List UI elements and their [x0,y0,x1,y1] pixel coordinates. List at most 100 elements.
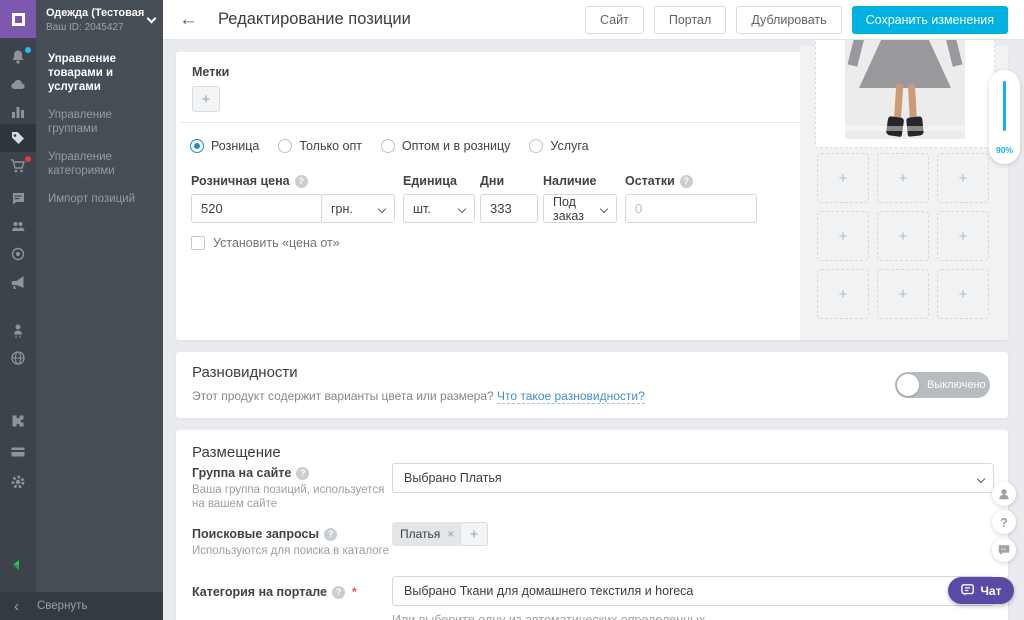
globe-icon[interactable] [10,350,26,366]
placement-card: Размещение Группа на сайте? Ваша группа … [176,430,1008,620]
gear-icon[interactable] [10,474,26,490]
question-icon: ? [1000,515,1008,530]
app-logo[interactable] [0,0,36,38]
add-search-query-button[interactable]: + [460,522,488,546]
leaf-logo-icon[interactable] [10,556,26,572]
help-icon[interactable]: ? [295,175,308,188]
help-button[interactable]: ? [992,510,1016,534]
portal-button[interactable]: Портал [654,6,726,34]
photo-upload-slot[interactable]: + [877,211,929,261]
days-input[interactable] [480,194,538,223]
photo-upload-grid: + + + + + + + + + [817,153,989,319]
cloud-icon[interactable] [10,77,26,93]
site-group-select[interactable]: Выбрано Платья [392,463,994,493]
radio-icon [529,139,543,153]
save-changes-button[interactable]: Сохранить изменения [852,6,1008,34]
price-from-checkbox[interactable]: Установить «цена от» [191,236,340,250]
photo-upload-slot[interactable]: + [937,211,989,261]
collapse-arrow-icon: ‹ [14,599,19,614]
portal-category-select[interactable]: Выбрано Ткани для домашнего текстиля и h… [392,576,994,606]
required-asterisk: * [352,585,357,599]
company-switcher[interactable]: Одежда (Тестовая ком... Ваш ID: 2045427 [36,0,163,39]
radio-icon [278,139,292,153]
search-queries-label: Поисковые запросы? [192,527,337,541]
main-photo[interactable] [815,40,995,148]
cart-icon[interactable] [10,158,26,174]
search-queries-hint: Используются для поиска в каталоге [192,544,397,558]
back-button[interactable]: ← [179,10,198,29]
radio-service[interactable]: Услуга [529,139,588,153]
radio-retail[interactable]: Розница [190,139,259,153]
profile-helper-button[interactable] [992,482,1016,506]
main-area: ← Редактирование позиции Сайт Портал Дуб… [163,0,1024,620]
duplicate-button[interactable]: Дублировать [736,6,841,34]
card-icon[interactable] [10,444,26,460]
chevron-down-icon [600,205,608,213]
stock-label: Остатки? [625,174,693,188]
add-label-button[interactable]: + [192,86,220,112]
quality-indicator[interactable]: 90% [989,70,1020,164]
chevron-down-icon [458,205,466,213]
toggle-label: Выключено [927,379,986,391]
photo-upload-slot[interactable]: + [877,153,929,203]
collapse-sidebar-button[interactable]: ‹ Свернуть [0,592,163,620]
page-title: Редактирование позиции [218,10,411,29]
variants-toggle[interactable]: Выключено [895,372,990,398]
bell-icon[interactable] [10,49,26,65]
divider [179,122,800,123]
orders-dot [25,156,31,162]
photo-upload-slot[interactable]: + [877,269,929,319]
photo-upload-slot[interactable]: + [817,153,869,203]
people-icon[interactable] [10,218,26,234]
help-icon[interactable]: ? [332,586,345,599]
toggle-knob [897,374,919,396]
sidebar-item-products[interactable]: Управление товарами и услугами [36,45,163,101]
megaphone-icon[interactable] [10,274,26,290]
person-icon [997,487,1011,501]
chat-button[interactable]: Чат [948,577,1014,604]
dress [859,40,951,88]
photo-upload-slot[interactable]: + [817,211,869,261]
target-icon[interactable] [10,246,26,262]
chat-bubble-icon [997,543,1011,557]
radio-icon [190,139,204,153]
checkbox-icon [191,236,205,250]
currency-select[interactable]: грн. [321,194,395,223]
radio-wholesale-only[interactable]: Только опт [278,139,362,153]
sidebar-item-import[interactable]: Импорт позиций [36,185,163,213]
photo-upload-slot[interactable]: + [937,269,989,319]
person-badge-icon[interactable] [10,322,26,338]
quality-percent: 90% [989,145,1020,155]
photo-upload-slot[interactable]: + [937,153,989,203]
sidebar-item-categories[interactable]: Управление категориями [36,143,163,185]
price-input[interactable] [191,194,322,223]
days-label: Дни [480,174,504,188]
photo-panel: + + + + + + + + + [800,46,1008,340]
chat-button-label: Чат [981,584,1002,598]
chevron-down-icon [147,14,157,24]
radio-wholesale-retail[interactable]: Оптом и в розницу [381,139,510,153]
bar-chart-icon[interactable] [10,104,26,120]
site-button[interactable]: Сайт [585,6,644,34]
help-icon[interactable]: ? [324,528,337,541]
variants-help-link[interactable]: Что такое разновидности? [497,389,645,404]
stock-input[interactable] [625,194,757,223]
logo-square-icon [12,13,25,26]
sidebar-item-groups[interactable]: Управление группами [36,101,163,143]
chat-icon [961,584,975,597]
photo-upload-slot[interactable]: + [817,269,869,319]
product-form-card: Метки + Розница Только опт Оптом и в роз… [176,52,1008,340]
scroll-content: Метки + Розница Только опт Оптом и в роз… [163,40,1024,620]
price-label: Розничная цена? [191,174,308,188]
unit-select[interactable]: шт. [403,194,475,223]
help-icon[interactable]: ? [296,467,309,480]
chat-square-icon[interactable] [10,190,26,206]
tag-icon[interactable] [10,130,26,146]
feedback-button[interactable] [992,538,1016,562]
product-photo [845,40,965,139]
remove-tag-icon[interactable]: × [447,527,454,541]
puzzle-icon[interactable] [10,412,26,428]
help-icon[interactable]: ? [680,175,693,188]
availability-select[interactable]: Под заказ [543,194,617,223]
availability-label: Наличие [543,174,597,188]
